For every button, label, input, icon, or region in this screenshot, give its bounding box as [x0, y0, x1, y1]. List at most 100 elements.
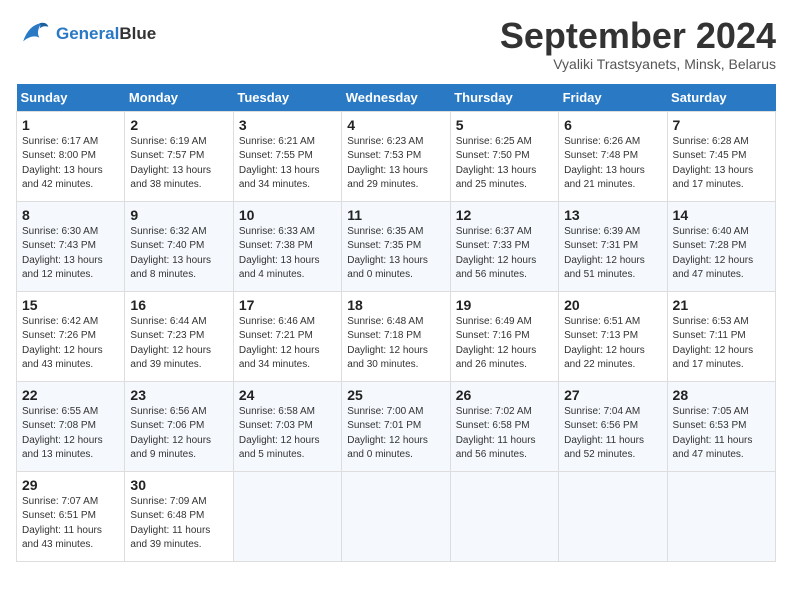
day-number: 10	[239, 207, 336, 223]
day-number: 13	[564, 207, 661, 223]
calendar-cell: 25 Sunrise: 7:00 AM Sunset: 7:01 PM Dayli…	[342, 381, 450, 471]
calendar-cell: 15Sunrise: 6:42 AM Sunset: 7:26 PM Dayli…	[17, 291, 125, 381]
day-number: 23	[130, 387, 227, 403]
day-info: Sunrise: 6:49 AM Sunset: 7:16 PM Dayligh…	[456, 315, 553, 373]
day-number: 18	[347, 297, 444, 313]
col-header-wednesday: Wednesday	[342, 84, 450, 112]
col-header-saturday: Saturday	[667, 84, 775, 112]
calendar-cell: 9 Sunrise: 6:32 AM Sunset: 7:40 PM Daylig…	[125, 201, 233, 291]
day-number: 22	[22, 387, 119, 403]
calendar-cell	[342, 471, 450, 561]
col-header-thursday: Thursday	[450, 84, 558, 112]
day-number: 16	[130, 297, 227, 313]
calendar-cell: 1 Sunrise: 6:17 AM Sunset: 8:00 PM Daylig…	[17, 111, 125, 201]
calendar-table: SundayMondayTuesdayWednesdayThursdayFrid…	[16, 84, 776, 562]
day-info: Sunrise: 6:17 AM Sunset: 8:00 PM Dayligh…	[22, 135, 119, 193]
col-header-sunday: Sunday	[17, 84, 125, 112]
day-info: Sunrise: 6:21 AM Sunset: 7:55 PM Dayligh…	[239, 135, 336, 193]
calendar-cell: 24Sunrise: 6:58 AM Sunset: 7:03 PM Dayli…	[233, 381, 341, 471]
calendar-cell: 21 Sunrise: 6:53 AM Sunset: 7:11 PM Dayli…	[667, 291, 775, 381]
day-info: Sunrise: 7:09 AM Sunset: 6:48 PM Dayligh…	[130, 495, 227, 553]
day-number: 11	[347, 207, 444, 223]
calendar-cell: 8 Sunrise: 6:30 AM Sunset: 7:43 PM Daylig…	[17, 201, 125, 291]
day-number: 14	[673, 207, 770, 223]
calendar-cell	[667, 471, 775, 561]
day-number: 19	[456, 297, 553, 313]
logo-icon	[16, 16, 52, 52]
calendar-week-row: 1 Sunrise: 6:17 AM Sunset: 8:00 PM Daylig…	[17, 111, 776, 201]
calendar-week-row: 29 Sunrise: 7:07 AM Sunset: 6:51 PM Dayli…	[17, 471, 776, 561]
calendar-cell: 16 Sunrise: 6:44 AM Sunset: 7:23 PM Dayli…	[125, 291, 233, 381]
day-number: 25	[347, 387, 444, 403]
day-number: 4	[347, 117, 444, 133]
calendar-cell	[450, 471, 558, 561]
day-number: 28	[673, 387, 770, 403]
day-info: Sunrise: 6:58 AM Sunset: 7:03 PM Dayligh…	[239, 405, 336, 463]
day-number: 27	[564, 387, 661, 403]
calendar-cell: 19 Sunrise: 6:49 AM Sunset: 7:16 PM Dayli…	[450, 291, 558, 381]
day-info: Sunrise: 7:00 AM Sunset: 7:01 PM Dayligh…	[347, 405, 444, 463]
day-number: 9	[130, 207, 227, 223]
day-number: 3	[239, 117, 336, 133]
calendar-week-row: 22 Sunrise: 6:55 AM Sunset: 7:08 PM Dayli…	[17, 381, 776, 471]
day-info: Sunrise: 7:04 AM Sunset: 6:56 PM Dayligh…	[564, 405, 661, 463]
calendar-cell: 18 Sunrise: 6:48 AM Sunset: 7:18 PM Dayli…	[342, 291, 450, 381]
col-header-tuesday: Tuesday	[233, 84, 341, 112]
calendar-cell: 5Sunrise: 6:25 AM Sunset: 7:50 PM Daylig…	[450, 111, 558, 201]
day-info: Sunrise: 6:26 AM Sunset: 7:48 PM Dayligh…	[564, 135, 661, 193]
col-header-monday: Monday	[125, 84, 233, 112]
calendar-week-row: 8 Sunrise: 6:30 AM Sunset: 7:43 PM Daylig…	[17, 201, 776, 291]
day-info: Sunrise: 6:53 AM Sunset: 7:11 PM Dayligh…	[673, 315, 770, 373]
day-info: Sunrise: 6:23 AM Sunset: 7:53 PM Dayligh…	[347, 135, 444, 193]
day-info: Sunrise: 6:32 AM Sunset: 7:40 PM Dayligh…	[130, 225, 227, 283]
logo: GeneralBlue	[16, 16, 156, 52]
calendar-cell: 3 Sunrise: 6:21 AM Sunset: 7:55 PM Daylig…	[233, 111, 341, 201]
day-number: 8	[22, 207, 119, 223]
day-info: Sunrise: 6:44 AM Sunset: 7:23 PM Dayligh…	[130, 315, 227, 373]
day-number: 6	[564, 117, 661, 133]
calendar-cell: 22 Sunrise: 6:55 AM Sunset: 7:08 PM Dayli…	[17, 381, 125, 471]
day-number: 5	[456, 117, 553, 133]
day-info: Sunrise: 6:33 AM Sunset: 7:38 PM Dayligh…	[239, 225, 336, 283]
calendar-cell: 11 Sunrise: 6:35 AM Sunset: 7:35 PM Dayli…	[342, 201, 450, 291]
day-number: 1	[22, 117, 119, 133]
calendar-cell: 4 Sunrise: 6:23 AM Sunset: 7:53 PM Daylig…	[342, 111, 450, 201]
day-info: Sunrise: 6:19 AM Sunset: 7:57 PM Dayligh…	[130, 135, 227, 193]
calendar-week-row: 15Sunrise: 6:42 AM Sunset: 7:26 PM Dayli…	[17, 291, 776, 381]
calendar-cell: 30 Sunrise: 7:09 AM Sunset: 6:48 PM Dayli…	[125, 471, 233, 561]
calendar-cell: 2Sunrise: 6:19 AM Sunset: 7:57 PM Daylig…	[125, 111, 233, 201]
day-number: 20	[564, 297, 661, 313]
calendar-cell	[233, 471, 341, 561]
calendar-cell: 7Sunrise: 6:28 AM Sunset: 7:45 PM Daylig…	[667, 111, 775, 201]
calendar-cell: 29 Sunrise: 7:07 AM Sunset: 6:51 PM Dayli…	[17, 471, 125, 561]
day-number: 17	[239, 297, 336, 313]
day-number: 26	[456, 387, 553, 403]
day-info: Sunrise: 6:35 AM Sunset: 7:35 PM Dayligh…	[347, 225, 444, 283]
day-number: 29	[22, 477, 119, 493]
day-info: Sunrise: 7:02 AM Sunset: 6:58 PM Dayligh…	[456, 405, 553, 463]
day-info: Sunrise: 6:42 AM Sunset: 7:26 PM Dayligh…	[22, 315, 119, 373]
day-info: Sunrise: 6:37 AM Sunset: 7:33 PM Dayligh…	[456, 225, 553, 283]
calendar-cell: 23 Sunrise: 6:56 AM Sunset: 7:06 PM Dayli…	[125, 381, 233, 471]
day-info: Sunrise: 6:55 AM Sunset: 7:08 PM Dayligh…	[22, 405, 119, 463]
calendar-cell: 13 Sunrise: 6:39 AM Sunset: 7:31 PM Dayli…	[559, 201, 667, 291]
day-number: 21	[673, 297, 770, 313]
calendar-cell: 26 Sunrise: 7:02 AM Sunset: 6:58 PM Dayli…	[450, 381, 558, 471]
day-number: 12	[456, 207, 553, 223]
calendar-cell: 12 Sunrise: 6:37 AM Sunset: 7:33 PM Dayli…	[450, 201, 558, 291]
day-number: 30	[130, 477, 227, 493]
day-info: Sunrise: 7:07 AM Sunset: 6:51 PM Dayligh…	[22, 495, 119, 553]
month-title: September 2024	[500, 16, 776, 56]
day-info: Sunrise: 6:28 AM Sunset: 7:45 PM Dayligh…	[673, 135, 770, 193]
col-header-friday: Friday	[559, 84, 667, 112]
day-info: Sunrise: 6:48 AM Sunset: 7:18 PM Dayligh…	[347, 315, 444, 373]
day-info: Sunrise: 6:30 AM Sunset: 7:43 PM Dayligh…	[22, 225, 119, 283]
calendar-cell: 14Sunrise: 6:40 AM Sunset: 7:28 PM Dayli…	[667, 201, 775, 291]
day-info: Sunrise: 6:56 AM Sunset: 7:06 PM Dayligh…	[130, 405, 227, 463]
calendar-cell: 6 Sunrise: 6:26 AM Sunset: 7:48 PM Daylig…	[559, 111, 667, 201]
calendar-cell	[559, 471, 667, 561]
day-info: Sunrise: 6:39 AM Sunset: 7:31 PM Dayligh…	[564, 225, 661, 283]
calendar-header-row: SundayMondayTuesdayWednesdayThursdayFrid…	[17, 84, 776, 112]
calendar-cell: 10 Sunrise: 6:33 AM Sunset: 7:38 PM Dayli…	[233, 201, 341, 291]
calendar-cell: 20Sunrise: 6:51 AM Sunset: 7:13 PM Dayli…	[559, 291, 667, 381]
